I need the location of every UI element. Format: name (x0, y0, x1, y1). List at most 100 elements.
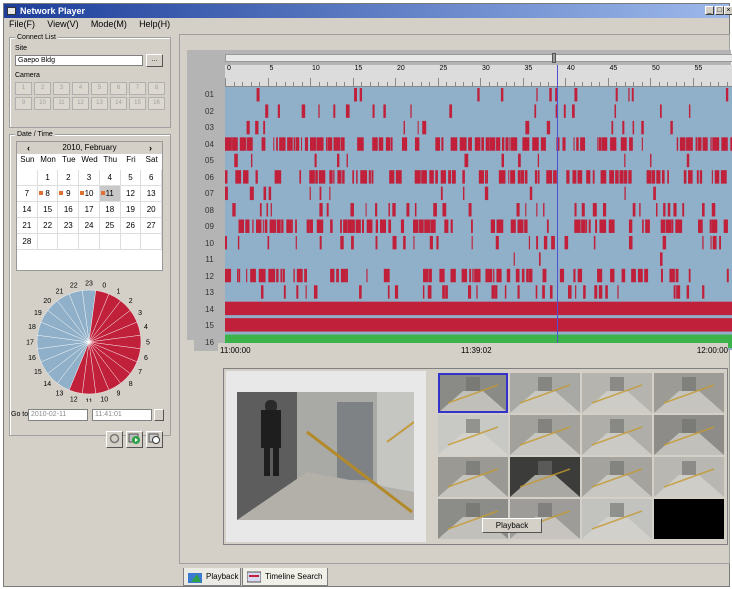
prev-month-button[interactable]: ‹ (27, 142, 30, 154)
calendar-day[interactable]: 9 (58, 186, 80, 202)
calendar-day[interactable]: 17 (79, 202, 100, 218)
channel-label-12[interactable]: 12 (194, 268, 225, 285)
goto-search-button[interactable] (146, 431, 163, 448)
channel-label-04[interactable]: 04 (194, 136, 225, 153)
playback-button[interactable]: Playback (482, 518, 542, 533)
site-field[interactable]: Gaepo Bldg (15, 55, 143, 66)
menu-view[interactable]: View(V) (42, 18, 83, 31)
channel-label-14[interactable]: 14 (194, 301, 225, 318)
track-07[interactable] (225, 186, 732, 201)
calendar-day[interactable]: 13 (141, 186, 163, 202)
camera-button-5[interactable]: 5 (91, 82, 108, 95)
camera-button-4[interactable]: 4 (72, 82, 89, 95)
tab-timeline-search[interactable]: Timeline Search (242, 568, 328, 586)
calendar-day[interactable]: 19 (120, 202, 142, 218)
track-08[interactable] (225, 203, 732, 217)
camera-thumbnail[interactable] (510, 457, 580, 497)
calendar-day[interactable]: 16 (58, 202, 80, 218)
camera-button-13[interactable]: 13 (91, 97, 108, 110)
track-03[interactable] (225, 120, 732, 135)
camera-thumbnail[interactable] (582, 415, 652, 455)
camera-button-6[interactable]: 6 (110, 82, 127, 95)
camera-thumbnail[interactable] (582, 457, 652, 497)
camera-button-2[interactable]: 2 (34, 82, 51, 95)
camera-thumbnail[interactable] (510, 373, 580, 413)
camera-button-15[interactable]: 15 (129, 97, 146, 110)
camera-thumbnail[interactable] (654, 499, 724, 539)
track-15[interactable] (225, 318, 732, 332)
calendar-day[interactable]: 25 (99, 218, 121, 234)
calendar-day[interactable]: 8 (37, 186, 59, 202)
calendar-day[interactable]: 23 (58, 218, 80, 234)
menu-file[interactable]: File(F) (4, 18, 40, 31)
camera-thumbnail[interactable] (438, 373, 508, 413)
camera-button-10[interactable]: 10 (34, 97, 51, 110)
channel-label-02[interactable]: 02 (194, 103, 225, 120)
camera-button-3[interactable]: 3 (53, 82, 70, 95)
maximize-button[interactable]: □ (715, 6, 724, 15)
calendar-day[interactable]: 21 (17, 218, 38, 234)
track-09[interactable] (225, 219, 732, 233)
camera-thumbnail[interactable] (654, 415, 724, 455)
camera-button-12[interactable]: 12 (72, 97, 89, 110)
camera-thumbnail[interactable] (438, 415, 508, 455)
calendar-day[interactable]: 22 (37, 218, 59, 234)
menu-mode[interactable]: Mode(M) (86, 18, 132, 31)
channel-label-08[interactable]: 08 (194, 202, 225, 219)
calendar-day[interactable]: 5 (120, 170, 142, 186)
camera-button-1[interactable]: 1 (15, 82, 32, 95)
goto-date-field[interactable]: 2010-02-11 (28, 409, 88, 421)
channel-label-11[interactable]: 11 (194, 252, 225, 269)
calendar-day[interactable]: 18 (99, 202, 121, 218)
camera-thumbnail[interactable] (654, 457, 724, 497)
next-month-button[interactable]: › (149, 142, 152, 154)
refresh-button[interactable] (106, 431, 123, 448)
site-browse-button[interactable]: ... (146, 54, 163, 67)
playhead[interactable] (556, 65, 558, 350)
calendar-day[interactable]: 4 (99, 170, 121, 186)
camera-thumbnail[interactable] (582, 499, 652, 539)
calendar-day[interactable]: 1 (37, 170, 59, 186)
calendar-day[interactable]: 26 (120, 218, 142, 234)
camera-thumbnail[interactable] (438, 457, 508, 497)
camera-thumbnail[interactable] (510, 415, 580, 455)
calendar-day[interactable]: 27 (141, 218, 163, 234)
track-02[interactable] (225, 104, 732, 118)
calendar-day[interactable]: 14 (17, 202, 38, 218)
calendar-day[interactable]: 11 (99, 186, 121, 202)
camera-button-8[interactable]: 8 (148, 82, 165, 95)
goto-time-field[interactable]: 11:41:01 (92, 409, 152, 421)
channel-label-09[interactable]: 09 (194, 219, 225, 236)
channel-label-13[interactable]: 13 (194, 285, 225, 302)
calendar-day[interactable]: 12 (120, 186, 142, 202)
calendar-day[interactable]: 20 (141, 202, 163, 218)
track-11[interactable] (225, 252, 732, 266)
calendar-day[interactable]: 28 (17, 234, 38, 250)
camera-button-7[interactable]: 7 (129, 82, 146, 95)
camera-thumbnail[interactable] (654, 373, 724, 413)
track-14[interactable] (225, 301, 732, 316)
camera-button-16[interactable]: 16 (148, 97, 165, 110)
channel-label-01[interactable]: 01 (194, 87, 225, 104)
channel-label-15[interactable]: 15 (194, 318, 225, 335)
hour-pie-chart[interactable]: 23 012345678910111213141516171819202122 (19, 278, 159, 403)
camera-button-9[interactable]: 9 (15, 97, 32, 110)
timeline-tracks[interactable] (225, 87, 732, 350)
camera-thumbnail[interactable] (582, 373, 652, 413)
calendar-day[interactable]: 24 (79, 218, 100, 234)
main-camera-image[interactable] (237, 392, 414, 520)
calendar-day[interactable]: 3 (79, 170, 100, 186)
channel-label-03[interactable]: 03 (194, 120, 225, 137)
calendar-day[interactable]: 7 (17, 186, 38, 202)
calendar-day[interactable]: 10 (79, 186, 100, 202)
time-spin-button[interactable] (154, 409, 164, 421)
channel-label-10[interactable]: 10 (194, 235, 225, 252)
minute-ruler[interactable]: 0 5 10 15 20 25 30 35 40 45 50 55 (225, 65, 732, 87)
calendar-day[interactable]: 6 (141, 170, 163, 186)
calendar-day[interactable]: 15 (37, 202, 59, 218)
channel-label-06[interactable]: 06 (194, 169, 225, 186)
track-13[interactable] (225, 285, 732, 299)
minimize-button[interactable]: _ (705, 6, 714, 15)
scrollbar-thumb[interactable] (552, 53, 556, 63)
track-05[interactable] (225, 153, 732, 168)
